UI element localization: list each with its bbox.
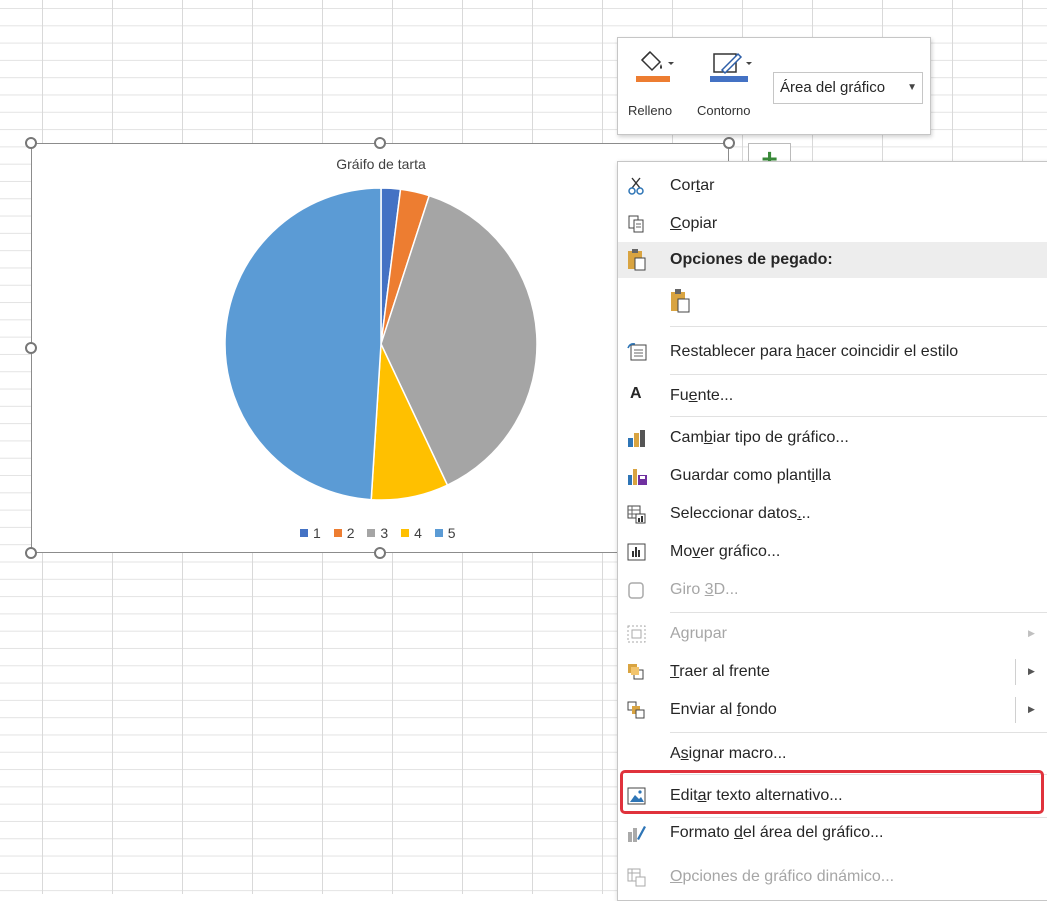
font-icon: A [630,385,642,402]
resize-handle-bottom-left[interactable] [25,547,37,559]
menu-item-send-to-back[interactable]: Enviar al fondo ▶ [618,691,1047,729]
menu-item-pivot-chart-options[interactable]: Opciones de gráfico dinámico... [618,858,1047,896]
submenu-arrow-icon[interactable]: ▶ [1028,704,1035,715]
pivot-chart-icon [627,868,646,887]
paint-bucket-icon [636,50,674,82]
legend-item: 2 [333,525,354,541]
group-icon [627,625,646,643]
send-to-back-icon [627,701,645,719]
chart-element-value: Área del gráfico [780,79,886,96]
scissors-icon [628,177,644,195]
legend-item: 4 [401,525,422,541]
legend-item: 1 [300,525,321,541]
menu-item-copy[interactable]: Copiar [618,205,1047,243]
paste-options-label: Opciones de pegado: [670,251,833,268]
menu-item-format-chart-area[interactable]: Formato del área del gráfico... [618,814,1047,852]
submenu-arrow-icon: ▶ [1028,628,1035,638]
fill-button[interactable]: Relleno [628,48,680,118]
paste-options-header: Opciones de pegado: [618,242,1047,278]
pen-outline-icon [710,52,752,82]
menu-item-font[interactable]: A Fuente... [618,377,1047,415]
select-data-icon [627,505,646,524]
outline-button[interactable]: Contorno [697,48,762,118]
menu-item-reset-style[interactable]: Restablecer para hacer coincidir el esti… [618,333,1047,371]
menu-item-group[interactable]: Agrupar ▶ [618,615,1047,653]
legend-item: 3 [367,525,388,541]
menu-item-bring-to-front[interactable]: Traer al frente ▶ [618,653,1047,691]
paste-icon [671,289,690,313]
3d-rotation-icon [628,582,644,599]
resize-handle-bottom[interactable] [374,547,386,559]
menu-item-cut[interactable]: Cortar [618,167,1047,205]
paste-option-keep-formatting[interactable] [618,282,1047,322]
chart-type-icon [628,430,645,447]
fill-label: Relleno [628,103,673,118]
highlight-annotation [620,770,1044,814]
menu-item-3d-rotation[interactable]: Giro 3D... [618,571,1047,609]
resize-handle-top-right[interactable] [723,137,735,149]
menu-item-select-data[interactable]: Seleccionar datos... [618,495,1047,533]
bring-to-front-icon [628,664,644,680]
chart-legend[interactable]: 1 2 3 4 5 [300,524,465,541]
format-toolbar: Relleno Contorno Área del gráfico ▼ [617,37,931,135]
chart-element-select[interactable]: Área del gráfico ▼ [773,72,923,104]
resize-handle-top-left[interactable] [25,137,37,149]
move-chart-icon [627,543,646,561]
dropdown-arrow-icon: ▼ [907,82,917,93]
menu-item-change-chart-type[interactable]: Cambiar tipo de gráfico... [618,419,1047,457]
paste-header-icon [628,249,646,271]
copy-icon [628,215,644,233]
resize-handle-top[interactable] [374,137,386,149]
legend-item: 5 [434,525,456,541]
menu-item-move-chart[interactable]: Mover gráfico... [618,533,1047,571]
reset-style-icon [627,343,647,361]
format-area-icon [628,826,646,842]
pie-slice-5[interactable] [224,187,382,501]
submenu-arrow-icon[interactable]: ▶ [1028,666,1035,677]
menu-item-assign-macro[interactable]: Asignar macro... [618,735,1047,773]
resize-handle-left[interactable] [25,342,37,354]
outline-label: Contorno [697,103,751,118]
save-template-icon [628,469,647,485]
menu-item-save-template[interactable]: Guardar como plantilla [618,457,1047,495]
